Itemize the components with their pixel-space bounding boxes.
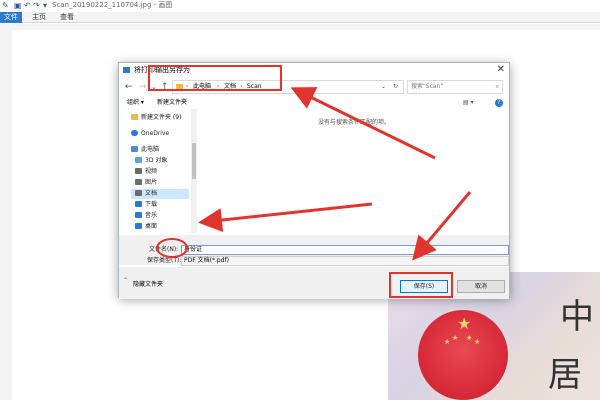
arrow-to-save bbox=[412, 191, 472, 261]
arrow-to-folder bbox=[198, 202, 373, 233]
arrow-to-path bbox=[290, 87, 436, 160]
annotation-arrows bbox=[198, 87, 472, 261]
